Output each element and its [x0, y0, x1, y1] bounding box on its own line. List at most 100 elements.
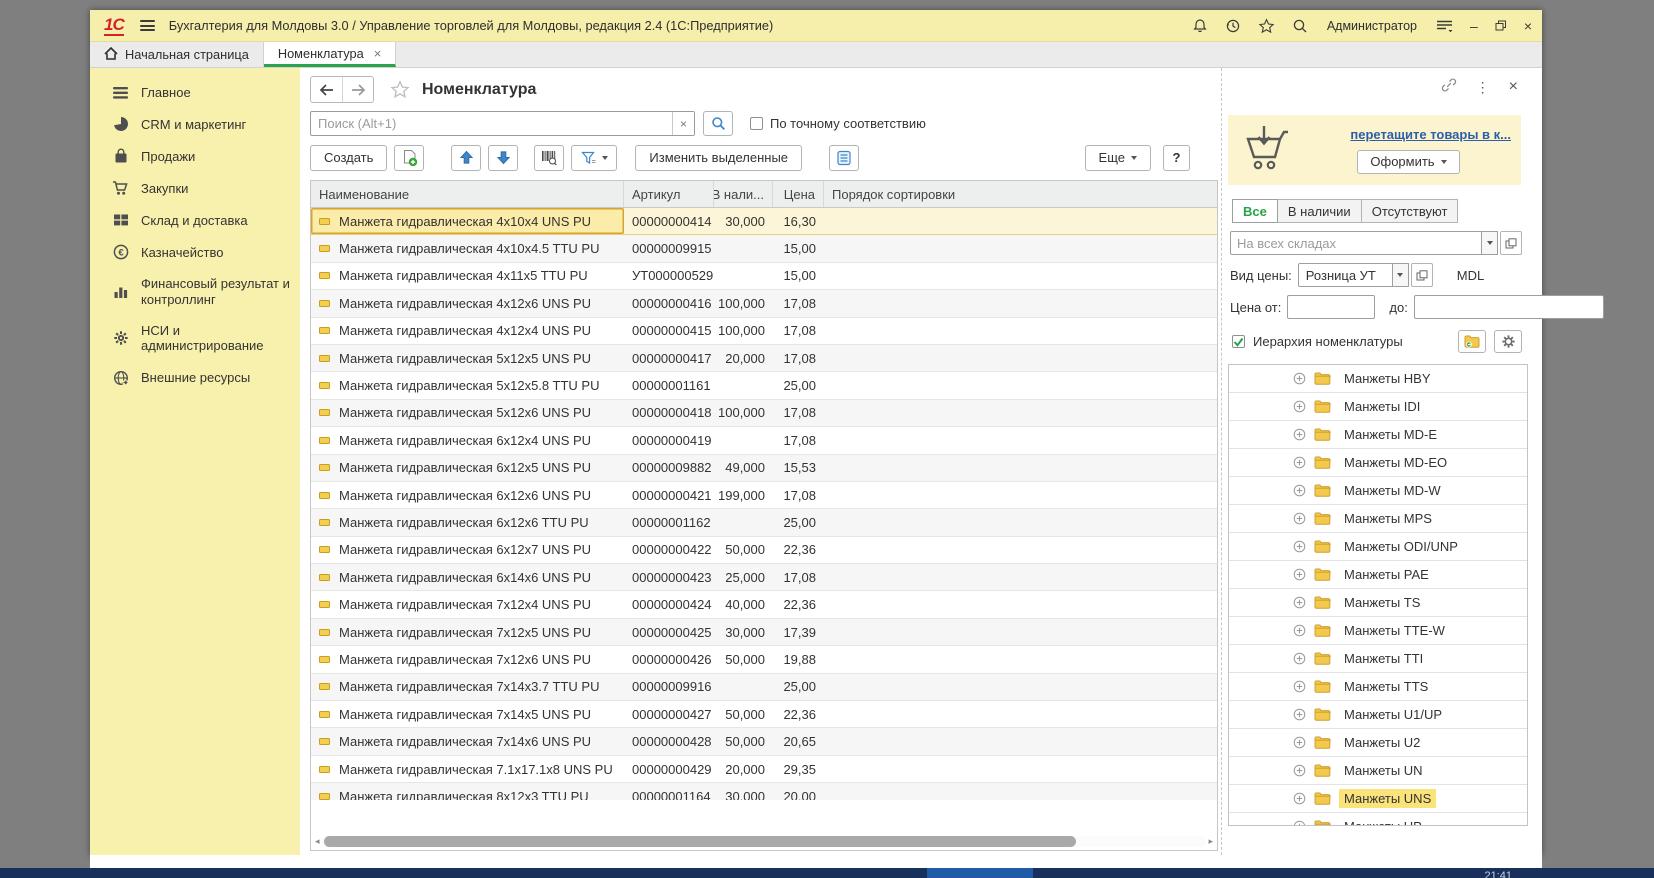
table-row[interactable]: Манжета гидравлическая 7x14x3.7 TTU PU00…: [311, 674, 1217, 701]
table-row[interactable]: Манжета гидравлическая 7.1x17.1x8 UNS PU…: [311, 756, 1217, 783]
sidebar-item-menu[interactable]: Главное: [90, 77, 300, 108]
search-input[interactable]: [311, 112, 672, 135]
expand-icon[interactable]: [1293, 428, 1306, 441]
table-row[interactable]: Манжета гидравлическая 4x10x4.5 TTU PU00…: [311, 235, 1217, 262]
tree-item[interactable]: Манжеты MPS: [1229, 505, 1527, 533]
tree-item[interactable]: Манжеты PAE: [1229, 561, 1527, 589]
table-row[interactable]: Манжета гидравлическая 5x12x6 UNS PU0000…: [311, 400, 1217, 427]
price-type-value[interactable]: Розница УТ: [1298, 263, 1393, 287]
table-row[interactable]: Манжета гидравлическая 6x12x5 UNS PU0000…: [311, 455, 1217, 482]
column-header-sort-order[interactable]: Порядок сортировки: [824, 181, 1217, 207]
tree-item[interactable]: Манжеты TTI: [1229, 645, 1527, 673]
expand-icon[interactable]: [1293, 456, 1306, 469]
create-group-button[interactable]: [394, 145, 424, 171]
search-button[interactable]: [703, 111, 733, 136]
tree-item[interactable]: Манжеты U2: [1229, 729, 1527, 757]
open-folder-icon[interactable]: [1458, 330, 1486, 353]
tree-item[interactable]: Манжеты MD-W: [1229, 477, 1527, 505]
expand-icon[interactable]: [1293, 400, 1306, 413]
list-settings-icon[interactable]: [829, 145, 859, 171]
tree-item[interactable]: Манжеты UNS: [1229, 785, 1527, 813]
tree-item[interactable]: Манжеты TTS: [1229, 673, 1527, 701]
warehouse-choose-icon[interactable]: [1500, 231, 1522, 255]
column-header-article[interactable]: Артикул: [624, 181, 714, 207]
restore-button[interactable]: [1495, 19, 1507, 33]
drag-products-link[interactable]: перетащите товары в к...: [1350, 127, 1511, 142]
forward-button[interactable]: [342, 77, 373, 102]
table-row[interactable]: Манжета гидравлическая 6x12x6 UNS PU0000…: [311, 482, 1217, 509]
expand-icon[interactable]: [1293, 596, 1306, 609]
sidebar-item-warehouse[interactable]: Склад и доставка: [90, 204, 300, 236]
table-row[interactable]: Манжета гидравлическая 7x14x6 UNS PU0000…: [311, 728, 1217, 755]
help-button[interactable]: ?: [1163, 145, 1190, 171]
tab-nomenclature[interactable]: Номенклатура ×: [264, 42, 396, 67]
table-row[interactable]: Манжета гидравлическая 4x10x4 UNS PU0000…: [311, 208, 1217, 235]
tree-item[interactable]: Манжеты U1/UP: [1229, 701, 1527, 729]
current-user[interactable]: Администратор: [1327, 19, 1417, 33]
expand-icon[interactable]: [1293, 512, 1306, 525]
warehouse-input[interactable]: [1230, 231, 1482, 255]
table-row[interactable]: Манжета гидравлическая 4x11x5 TTU PUУТ00…: [311, 263, 1217, 290]
settings-gear-icon[interactable]: [1494, 330, 1522, 353]
price-to-input[interactable]: [1414, 295, 1604, 319]
more-button[interactable]: Еще: [1085, 145, 1151, 171]
edit-selected-button[interactable]: Изменить выделенные: [635, 145, 802, 171]
table-row[interactable]: Манжета гидравлическая 7x14x5 UNS PU0000…: [311, 701, 1217, 728]
tree-item[interactable]: Манжеты ODI/UNP: [1229, 533, 1527, 561]
expand-icon[interactable]: [1293, 624, 1306, 637]
expand-icon[interactable]: [1293, 540, 1306, 553]
exact-match-checkbox[interactable]: По точному соответствию: [750, 116, 926, 131]
table-row[interactable]: Манжета гидравлическая 6x12x4 UNS PU0000…: [311, 427, 1217, 454]
tree-item[interactable]: Манжеты HBY: [1229, 365, 1527, 393]
price-from-input[interactable]: [1287, 295, 1375, 319]
service-menu-icon[interactable]: [1436, 19, 1453, 33]
favorite-star-icon[interactable]: [390, 80, 410, 99]
tree-item[interactable]: Манжеты MD-E: [1229, 421, 1527, 449]
filter-tab-in-stock[interactable]: В наличии: [1277, 199, 1362, 223]
tab-close-icon[interactable]: ×: [374, 46, 382, 61]
search-clear-button[interactable]: ×: [672, 112, 694, 135]
table-row[interactable]: Манжета гидравлическая 6x14x6 UNS PU0000…: [311, 564, 1217, 591]
minimize-button[interactable]: –: [1470, 19, 1478, 33]
checkout-button[interactable]: Оформить: [1357, 150, 1459, 174]
horizontal-scrollbar[interactable]: ◂ ▸: [315, 835, 1213, 847]
cart-drop-area[interactable]: перетащите товары в к... Оформить: [1228, 115, 1521, 185]
table-row[interactable]: Манжета гидравлическая 7x12x4 UNS PU0000…: [311, 591, 1217, 618]
table-row[interactable]: Манжета гидравлическая 5x12x5.8 TTU PU00…: [311, 372, 1217, 399]
expand-icon[interactable]: [1293, 568, 1306, 581]
tree-item[interactable]: Манжеты UN: [1229, 757, 1527, 785]
filter-tab-absent[interactable]: Отсутствуют: [1361, 199, 1459, 223]
favorites-star-icon[interactable]: [1258, 18, 1275, 34]
sidebar-item-gear[interactable]: НСИ и администрирование: [90, 315, 300, 362]
sidebar-item-bag[interactable]: Продажи: [90, 140, 300, 172]
tree-item[interactable]: Манжеты MD-EO: [1229, 449, 1527, 477]
warehouse-dropdown-icon[interactable]: [1482, 231, 1498, 255]
scroll-right-icon[interactable]: ▸: [1208, 837, 1213, 846]
table-row[interactable]: Манжета гидравлическая 7x12x6 UNS PU0000…: [311, 646, 1217, 673]
table-row[interactable]: Манжета гидравлическая 7x12x5 UNS PU0000…: [311, 619, 1217, 646]
sidebar-item-globe[interactable]: Внешние ресурсы: [90, 362, 300, 394]
checkbox-icon[interactable]: [750, 117, 763, 130]
column-header-stock[interactable]: В нали...: [714, 181, 773, 207]
move-up-button[interactable]: [451, 145, 481, 171]
column-header-name[interactable]: Наименование: [311, 181, 624, 207]
expand-icon[interactable]: [1293, 708, 1306, 721]
notifications-bell-icon[interactable]: [1192, 18, 1208, 34]
sidebar-item-bar-chart[interactable]: Финансовый результат и контроллинг: [90, 268, 300, 315]
taskbar-active-app[interactable]: [927, 868, 1033, 878]
move-down-button[interactable]: [488, 145, 518, 171]
price-type-dropdown-icon[interactable]: [1393, 263, 1409, 287]
scrollbar-track[interactable]: [322, 836, 1207, 847]
price-type-choose-icon[interactable]: [1411, 263, 1433, 287]
close-form-icon[interactable]: ×: [1509, 79, 1518, 95]
scrollbar-thumb[interactable]: [324, 836, 1076, 847]
expand-icon[interactable]: [1293, 680, 1306, 693]
expand-icon[interactable]: [1293, 484, 1306, 497]
sidebar-item-pie-chart[interactable]: CRM и маркетинг: [90, 108, 300, 140]
table-row[interactable]: Манжета гидравлическая 4x12x4 UNS PU0000…: [311, 318, 1217, 345]
sidebar-item-euro[interactable]: €Казначейство: [90, 236, 300, 268]
expand-icon[interactable]: [1293, 764, 1306, 777]
tab-home[interactable]: Начальная страница: [90, 42, 264, 67]
table-row[interactable]: Манжета гидравлическая 6x12x6 TTU PU0000…: [311, 509, 1217, 536]
filter-button[interactable]: [571, 145, 617, 171]
